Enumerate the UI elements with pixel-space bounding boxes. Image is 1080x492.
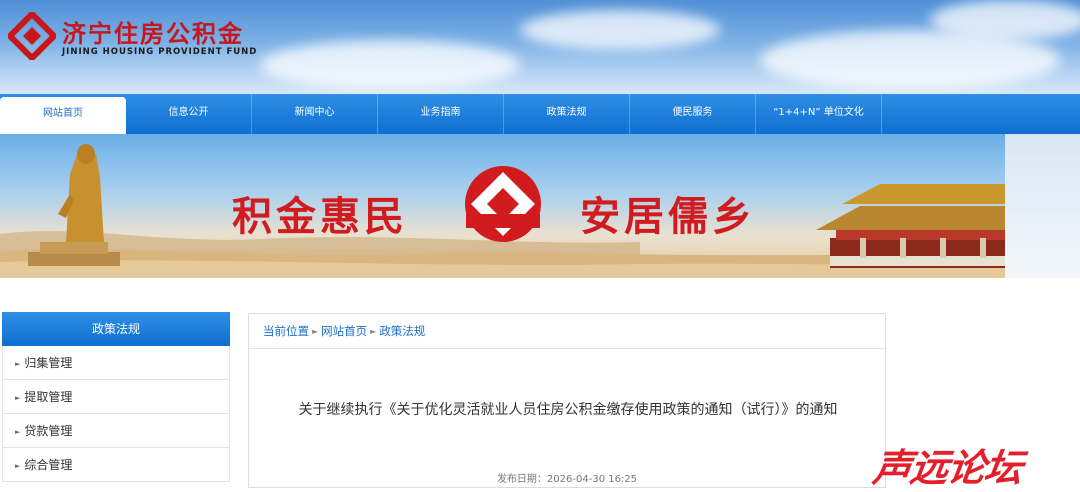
nav-item-info-disclosure[interactable]: 信息公开 (126, 94, 252, 134)
nav-item-unit-culture[interactable]: “1+4+N” 单位文化 (756, 94, 882, 134)
banner-scenery (0, 144, 1005, 278)
breadcrumb-policies-link[interactable]: 政策法规 (379, 324, 425, 338)
main-nav: 网站首页 信息公开 新闻中心 业务指南 政策法规 便民服务 “1+4+N” 单位… (0, 94, 1080, 134)
breadcrumb-current-location: 当前位置 (263, 324, 309, 338)
chevron-right-icon: ► (15, 394, 21, 402)
site-name-cn[interactable]: 济宁住房公积金 (62, 14, 244, 49)
nav-item-news[interactable]: 新闻中心 (252, 94, 378, 134)
breadcrumb: 当前位置 ► 网站首页 ► 政策法规 (249, 314, 885, 349)
nav-item-home[interactable]: 网站首页 (0, 97, 126, 134)
sidebar: 政策法规 ► 归集管理 ► 提取管理 ► 贷款管理 ► 综合管理 (2, 312, 230, 482)
nav-item-service-guide[interactable]: 业务指南 (378, 94, 504, 134)
breadcrumb-home-link[interactable]: 网站首页 (321, 324, 367, 338)
breadcrumb-separator-icon: ► (312, 327, 319, 336)
breadcrumb-separator-icon: ► (370, 327, 377, 336)
cloud-decoration (260, 40, 520, 90)
article-panel: 当前位置 ► 网站首页 ► 政策法规 关于继续执行《关于优化灵活就业人员住房公积金缴存使… (248, 313, 886, 488)
sidebar-item-withdrawal-management[interactable]: ► 提取管理 (2, 380, 230, 414)
nav-item-public-services[interactable]: 便民服务 (630, 94, 756, 134)
fund-logo-icon[interactable] (8, 12, 56, 60)
sidebar-item-general-management[interactable]: ► 综合管理 (2, 448, 230, 482)
sidebar-item-label: 提取管理 (24, 390, 73, 404)
sidebar-item-label: 综合管理 (24, 458, 73, 472)
article-publish-date: 发布日期：2026-04-30 16:25 (496, 474, 638, 485)
forum-watermark: 声远论坛 (870, 446, 1025, 490)
cloud-decoration (930, 0, 1080, 40)
sidebar-title: 政策法规 (2, 312, 230, 346)
sidebar-item-loan-management[interactable]: ► 贷款管理 (2, 414, 230, 448)
sidebar-item-collection-management[interactable]: ► 归集管理 (2, 346, 230, 380)
nav-item-policies[interactable]: 政策法规 (504, 94, 630, 134)
cloud-decoration (520, 10, 720, 50)
banner-area: 积金惠民 安居儒乡 (0, 134, 1080, 278)
article-title: 关于继续执行《关于优化灵活就业人员住房公积金缴存使用政策的通知（试行）》的通知 (298, 402, 838, 418)
sidebar-item-label: 贷款管理 (24, 424, 73, 438)
site-header: 济宁住房公积金 JINING HOUSING PROVIDENT FUND (0, 0, 1080, 94)
chevron-right-icon: ► (15, 428, 21, 436)
chevron-right-icon: ► (15, 462, 21, 470)
sidebar-item-label: 归集管理 (24, 356, 73, 370)
site-name-en: JINING HOUSING PROVIDENT FUND (62, 47, 258, 57)
chevron-right-icon: ► (15, 360, 21, 368)
banner-slogan-right: 安居儒乡 (580, 194, 756, 240)
banner-side-fill (1005, 134, 1080, 278)
banner-slogan-left: 积金惠民 (232, 194, 408, 240)
banner: 积金惠民 安居儒乡 (0, 134, 1005, 278)
